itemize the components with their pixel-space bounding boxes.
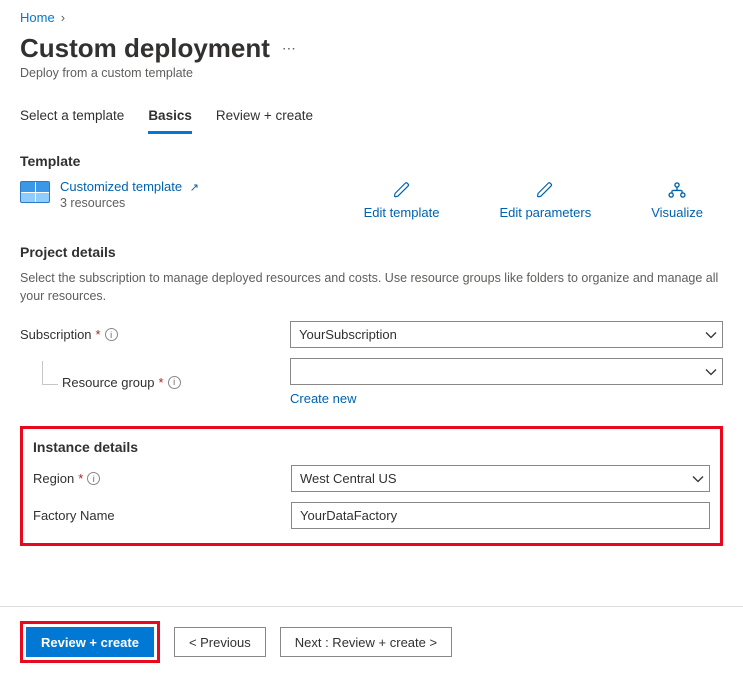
factory-name-label: Factory Name	[33, 508, 115, 523]
review-create-button[interactable]: Review + create	[26, 627, 154, 657]
external-link-icon: ↗	[190, 182, 199, 194]
subscription-label: Subscription	[20, 327, 92, 342]
footer: Review + create < Previous Next : Review…	[0, 606, 743, 677]
resource-group-select[interactable]	[290, 358, 723, 385]
page-title: Custom deployment	[20, 33, 270, 64]
hierarchy-icon	[667, 179, 687, 201]
required-indicator: *	[159, 375, 164, 390]
visualize-button[interactable]: Visualize	[651, 179, 703, 220]
edit-template-label: Edit template	[364, 205, 440, 220]
tab-basics[interactable]: Basics	[148, 102, 192, 134]
previous-button[interactable]: < Previous	[174, 627, 266, 657]
breadcrumb: Home ›	[20, 10, 723, 25]
review-create-highlight: Review + create	[20, 621, 160, 663]
template-resource-count: 3 resources	[60, 196, 199, 210]
region-select[interactable]	[291, 465, 710, 492]
tab-review-create[interactable]: Review + create	[216, 102, 313, 134]
instance-details-highlight: Instance details Region * i Factory Name	[20, 426, 723, 546]
resource-group-label: Resource group	[62, 375, 155, 390]
tab-select-template[interactable]: Select a template	[20, 102, 124, 134]
factory-name-input[interactable]	[291, 502, 710, 529]
region-label: Region	[33, 471, 74, 486]
breadcrumb-home[interactable]: Home	[20, 10, 55, 25]
edit-parameters-label: Edit parameters	[499, 205, 591, 220]
required-indicator: *	[78, 471, 83, 486]
required-indicator: *	[96, 327, 101, 342]
tabs: Select a template Basics Review + create	[20, 102, 723, 135]
subscription-select[interactable]	[290, 321, 723, 348]
info-icon[interactable]: i	[87, 472, 100, 485]
section-template-title: Template	[20, 153, 723, 169]
pencil-icon	[393, 179, 411, 201]
info-icon[interactable]: i	[105, 328, 118, 341]
visualize-label: Visualize	[651, 205, 703, 220]
edit-template-button[interactable]: Edit template	[364, 179, 440, 220]
template-icon	[20, 181, 50, 203]
info-icon[interactable]: i	[168, 376, 181, 389]
next-button[interactable]: Next : Review + create >	[280, 627, 452, 657]
customized-template-link[interactable]: Customized template	[60, 179, 182, 194]
project-description: Select the subscription to manage deploy…	[20, 270, 723, 305]
pencil-icon	[536, 179, 554, 201]
tree-line	[42, 361, 58, 385]
create-new-link[interactable]: Create new	[290, 391, 356, 406]
edit-parameters-button[interactable]: Edit parameters	[499, 179, 591, 220]
chevron-right-icon: ›	[61, 10, 65, 25]
more-icon[interactable]: ⋯	[282, 40, 298, 57]
section-instance-title: Instance details	[33, 439, 710, 455]
page-subtitle: Deploy from a custom template	[20, 66, 723, 80]
section-project-title: Project details	[20, 244, 723, 260]
